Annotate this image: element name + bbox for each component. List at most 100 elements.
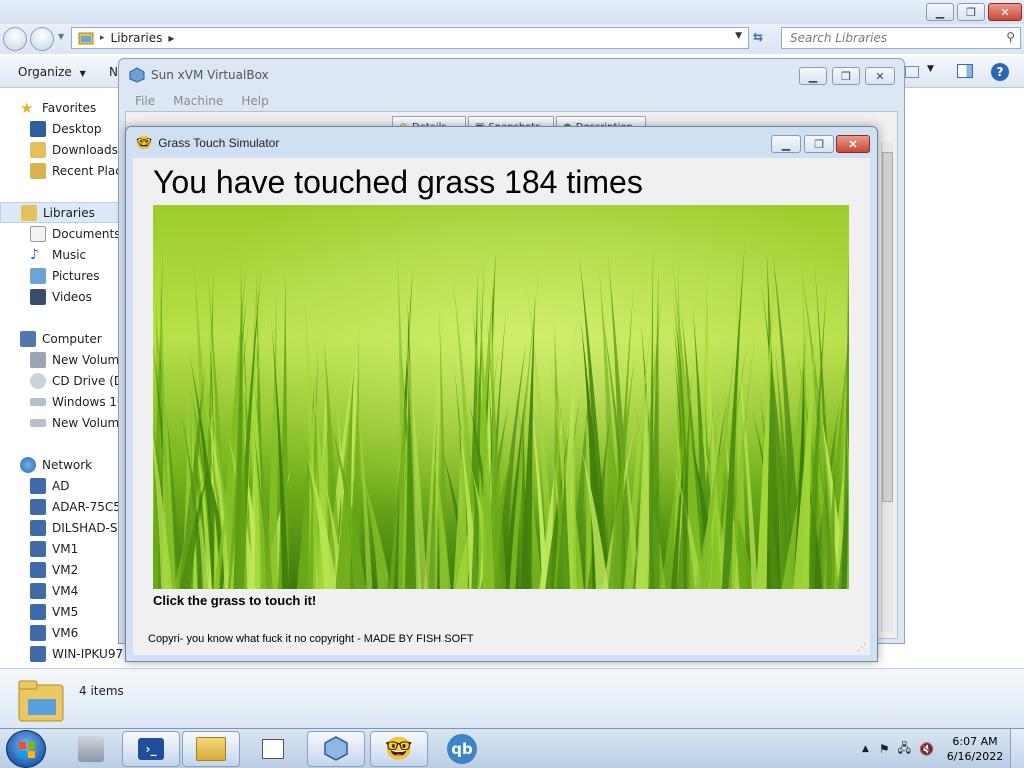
nav-drive-f[interactable]: New Volume (F:) [30, 412, 124, 433]
minimize-icon: ▁ [781, 138, 791, 151]
grass-image[interactable] [153, 205, 849, 589]
nav-network-computer[interactable]: VM2 [30, 559, 78, 580]
refresh-button[interactable]: ⇆ [753, 30, 773, 48]
close-button[interactable]: ✕ [988, 3, 1022, 21]
scrollbar[interactable] [881, 142, 893, 632]
nav-network-computer[interactable]: DILSHAD-SYS [30, 517, 124, 538]
videos-icon [30, 288, 46, 305]
volume-muted-icon[interactable]: 🔇 [919, 742, 934, 756]
recent-pages-icon[interactable]: ▼ [58, 32, 64, 41]
nav-item-label: Recent Places [52, 163, 124, 178]
taskbar-explorer[interactable] [182, 731, 240, 767]
nav-network-computer[interactable]: WIN-IPKU97SK [30, 643, 124, 664]
menu-help[interactable]: Help [241, 94, 268, 108]
search-icon: ⚲ [1006, 30, 1015, 44]
minimize-button[interactable]: ▁ [926, 3, 954, 21]
refresh-icon: ⇆ [753, 30, 764, 44]
nav-computer[interactable]: Computer [20, 328, 102, 349]
drive-icon [30, 418, 46, 427]
forward-button[interactable] [30, 27, 54, 51]
scrollbar-thumb[interactable] [882, 152, 893, 502]
new-folder-button[interactable]: N [109, 65, 118, 79]
show-desktop-button[interactable] [1010, 729, 1024, 768]
nav-network-computer[interactable]: VM4 [30, 580, 78, 601]
network-tray-icon[interactable]: 🖧 [898, 739, 911, 760]
clock[interactable]: 6:07 AM 6/16/2022 [940, 734, 1010, 764]
nav-item-label: Videos [52, 289, 92, 304]
maximize-button[interactable]: ❐ [804, 135, 834, 153]
nav-item-label: VM1 [52, 541, 79, 556]
nav-network[interactable]: Network [20, 454, 92, 475]
taskbar-qbittorrent[interactable]: qb [433, 731, 491, 767]
nav-network-computer[interactable]: ADAR-75C52 [30, 496, 124, 517]
minimize-button[interactable]: ▁ [771, 135, 801, 153]
taskbar-powershell[interactable]: ›_ [122, 731, 180, 767]
minimize-button[interactable]: ▁ [799, 67, 827, 85]
nav-videos[interactable]: Videos [30, 286, 92, 307]
views-icon[interactable] [905, 66, 919, 78]
nav-drive-e[interactable]: Windows 10 (E:) [30, 391, 124, 412]
nav-downloads[interactable]: Downloads [30, 139, 118, 160]
views-dropdown-icon[interactable]: ▼ [927, 64, 934, 74]
taskbar-server-manager[interactable] [62, 731, 120, 767]
drive-icon [30, 351, 46, 368]
close-button[interactable]: ✕ [865, 67, 895, 85]
menu-file[interactable]: File [135, 94, 155, 108]
help-icon[interactable]: ? [991, 63, 1009, 81]
server-manager-icon [78, 736, 104, 762]
taskbar-grass-simulator[interactable]: 🤓 [370, 731, 428, 767]
taskbar-virtualbox[interactable] [307, 731, 365, 767]
computer-icon [30, 624, 46, 641]
organize-button[interactable]: Organize ▼ [18, 65, 86, 79]
minimize-icon: ▁ [808, 69, 818, 83]
desktop-icon [30, 120, 46, 137]
computer-icon [30, 645, 46, 662]
taskbar-blank-window[interactable] [244, 731, 302, 767]
folder-icon [196, 737, 226, 761]
nav-documents[interactable]: Documents [30, 223, 120, 244]
nav-pictures[interactable]: Pictures [30, 265, 100, 286]
nav-network-computer[interactable]: AD [30, 475, 69, 496]
address-dropdown-icon[interactable]: ▼ [735, 31, 742, 41]
show-hidden-icons-icon[interactable]: ▲ [862, 744, 869, 754]
nav-item-label: VM2 [52, 562, 79, 577]
search-input[interactable]: Search Libraries ⚲ [781, 27, 1021, 49]
nav-libraries[interactable]: Libraries [0, 202, 124, 223]
close-button[interactable]: ✕ [836, 135, 870, 153]
nav-favorites[interactable]: ★ Favorites [20, 97, 96, 118]
documents-icon [30, 225, 46, 242]
music-icon: ♪ [30, 246, 39, 263]
nav-item-label: AD [52, 478, 70, 493]
nav-item-label: DILSHAD-SYS [52, 520, 124, 535]
nav-item-label: Downloads [52, 142, 118, 157]
back-button[interactable] [3, 27, 27, 51]
drive-icon [30, 397, 46, 406]
nerd-face-icon: 🤓 [136, 134, 153, 150]
qbittorrent-icon: qb [447, 734, 477, 764]
nav-drive-d[interactable]: CD Drive (D:) [30, 370, 124, 391]
nav-recent-places[interactable]: Recent Places [30, 160, 124, 181]
windows-logo-icon [19, 742, 35, 758]
maximize-button[interactable]: ❐ [832, 67, 860, 85]
address-field[interactable]: ▸ Libraries ▸ ▼ [71, 27, 749, 49]
nav-desktop[interactable]: Desktop [30, 118, 102, 139]
grass-titlebar: 🤓 Grass Touch Simulator ▁ ❐ ✕ [126, 127, 877, 158]
maximize-button[interactable]: ❐ [957, 3, 985, 21]
resize-grip-icon[interactable]: ⋰ [857, 643, 866, 653]
nav-network-computer[interactable]: VM1 [30, 538, 78, 559]
nav-network-label: Network [42, 457, 93, 472]
preview-pane-button[interactable] [957, 64, 973, 78]
action-center-flag-icon[interactable]: ⚑ [879, 742, 890, 756]
virtualbox-icon [129, 67, 145, 83]
start-button[interactable] [6, 730, 46, 768]
nav-network-computer[interactable]: VM5 [30, 601, 78, 622]
nav-network-computer[interactable]: VM6 [30, 622, 78, 643]
nav-drive-c[interactable]: New Volume (C:) [30, 349, 124, 370]
nav-item-label: New Volume (F:) [52, 415, 124, 430]
nav-music[interactable]: ♪ Music [30, 244, 86, 265]
address-location[interactable]: Libraries [111, 31, 163, 45]
address-separator[interactable]: ▸ [168, 31, 174, 45]
close-icon: ✕ [848, 138, 858, 151]
menu-machine[interactable]: Machine [173, 94, 223, 108]
nerd-face-icon: 🤓 [385, 736, 413, 762]
